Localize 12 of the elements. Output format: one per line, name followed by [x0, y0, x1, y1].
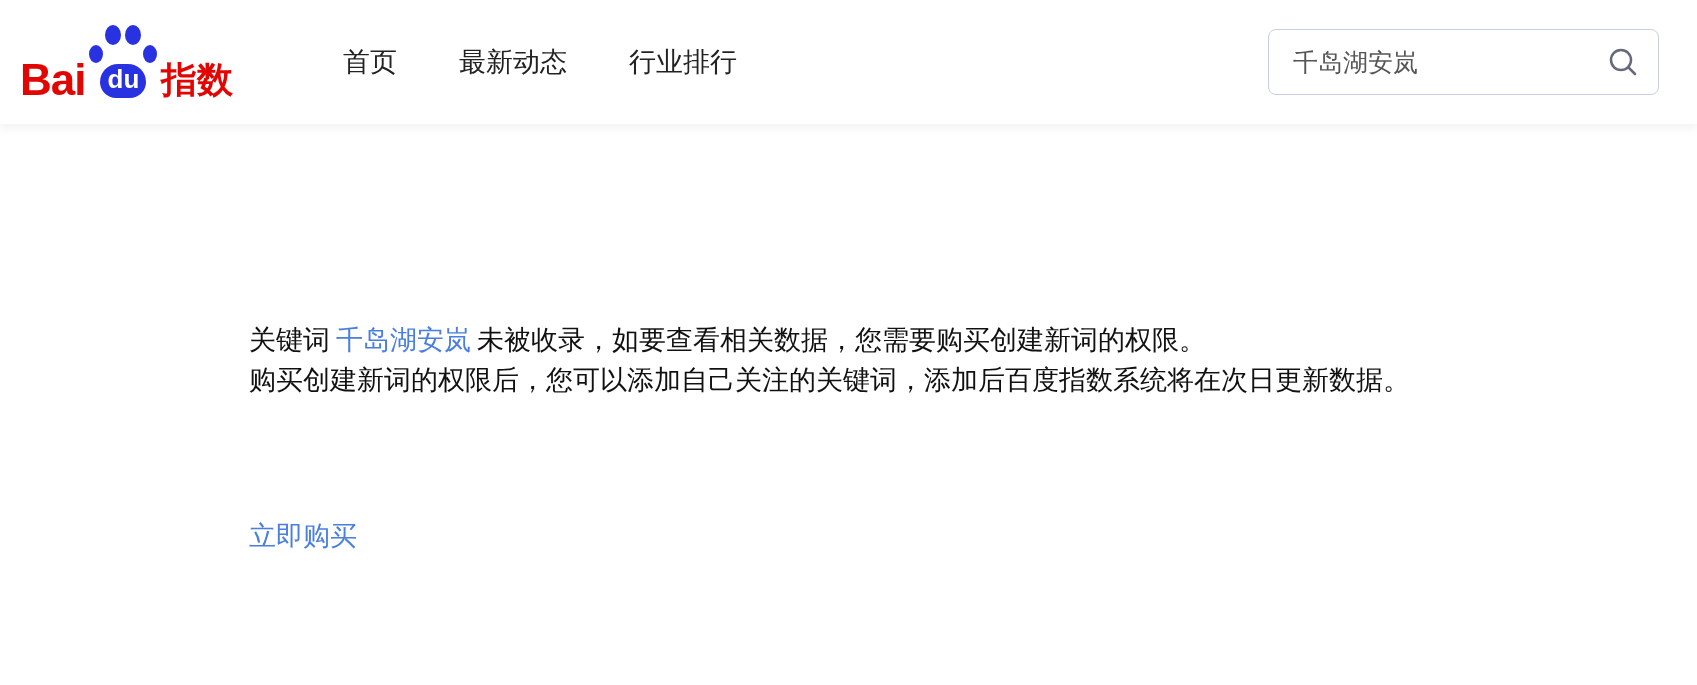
keyword-link[interactable]: 千岛湖安岚	[336, 324, 471, 355]
nav-link[interactable]: 最新动态	[459, 44, 568, 80]
search-field[interactable]: 千岛湖安岚	[1268, 29, 1659, 95]
nav-link[interactable]: 行业排行	[629, 44, 738, 80]
nav-link[interactable]: 首页	[343, 44, 398, 80]
buy-link[interactable]: 立即购买	[249, 518, 357, 554]
notice-text: 购买创建新词的权限后，您可以添加自己关注的关键词，添加后百度指数系统将在次日更新数据。	[249, 363, 1411, 397]
logo-text: Bai	[20, 58, 86, 102]
search-icon[interactable]	[1609, 48, 1637, 76]
logo-text: du	[100, 64, 147, 98]
notice-text: 关键词 千岛湖安岚 未被收录，如要查看相关数据，您需要购买创建新词的权限。	[249, 323, 1207, 357]
logo-text: 指数	[161, 58, 234, 102]
